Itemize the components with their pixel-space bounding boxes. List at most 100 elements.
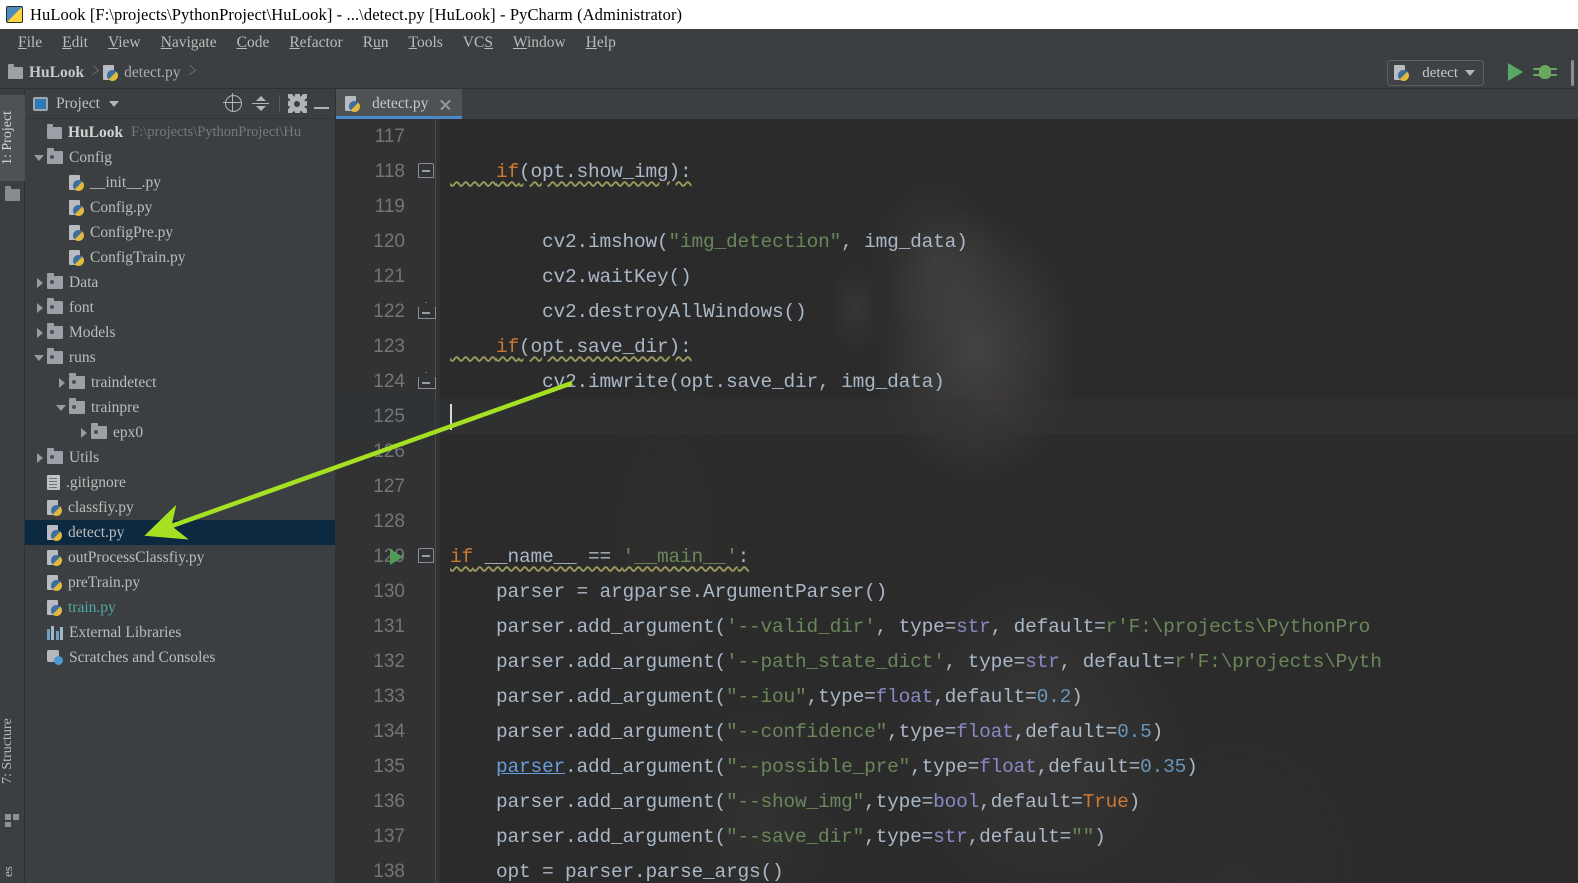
line-number: 131 bbox=[373, 615, 405, 637]
chevron-right-icon[interactable] bbox=[33, 451, 47, 465]
chevron-down-icon[interactable] bbox=[108, 100, 119, 107]
debug-icon[interactable] bbox=[1533, 62, 1557, 82]
tree-item-epx0[interactable]: epx0 bbox=[25, 420, 335, 445]
chevron-down-icon[interactable] bbox=[55, 401, 69, 415]
fold-collapse-icon[interactable] bbox=[418, 548, 434, 563]
locate-icon[interactable] bbox=[223, 93, 242, 112]
tree-item-traindetect[interactable]: traindetect bbox=[25, 370, 335, 395]
tree-item-detect-py[interactable]: detect.py bbox=[25, 520, 335, 545]
menu-edit[interactable]: Edit bbox=[52, 34, 98, 52]
tool-window-button-project[interactable]: 1: Project bbox=[0, 95, 25, 181]
tree-item-configtrain-py[interactable]: ConfigTrain.py bbox=[25, 245, 335, 270]
code-line[interactable]: 137 parser.add_argument("--save_dir",typ… bbox=[336, 819, 1578, 854]
fold-end-icon[interactable] bbox=[418, 372, 436, 389]
code-line[interactable]: 130 parser = argparse.ArgumentParser() bbox=[336, 574, 1578, 609]
tree-item-models[interactable]: Models bbox=[25, 320, 335, 345]
run-line-icon[interactable] bbox=[390, 549, 403, 565]
toolbar-edge-button[interactable] bbox=[1571, 60, 1574, 86]
code-line[interactable]: 126 bbox=[336, 434, 1578, 469]
code-line[interactable]: 127 bbox=[336, 469, 1578, 504]
menu-help[interactable]: Help bbox=[576, 34, 626, 52]
menu-code[interactable]: Code bbox=[227, 34, 280, 52]
code-line[interactable]: 131 parser.add_argument('--valid_dir', t… bbox=[336, 609, 1578, 644]
code-line[interactable]: 123 if(opt.save_dir): bbox=[336, 329, 1578, 364]
code-area[interactable]: 117 118 if(opt.show_img): 119 120 cv2.imsho… bbox=[336, 119, 1578, 883]
tree-item-config-py[interactable]: Config.py bbox=[25, 195, 335, 220]
tree-item-label: epx0 bbox=[113, 423, 144, 441]
tree-item-trainpre[interactable]: trainpre bbox=[25, 395, 335, 420]
menu-navigate[interactable]: Navigate bbox=[151, 34, 227, 52]
chevron-down-icon[interactable] bbox=[33, 351, 47, 365]
fold-collapse-icon[interactable] bbox=[418, 163, 434, 178]
chevron-right-icon[interactable] bbox=[77, 426, 91, 440]
gutter-marker bbox=[412, 644, 440, 679]
menu-view[interactable]: View bbox=[98, 34, 151, 52]
chevron-right-icon[interactable] bbox=[55, 376, 69, 390]
breadcrumb: HuLook detect.py bbox=[0, 57, 1578, 89]
chevron-down-icon[interactable] bbox=[33, 151, 47, 165]
tree-item-config[interactable]: Config bbox=[25, 145, 335, 170]
code-line[interactable]: 122 cv2.destroyAllWindows() bbox=[336, 294, 1578, 329]
tree-item-pretrain-py[interactable]: preTrain.py bbox=[25, 570, 335, 595]
tree-item-data[interactable]: Data bbox=[25, 270, 335, 295]
chevron-right-icon[interactable] bbox=[33, 276, 47, 290]
run-icon[interactable] bbox=[1508, 63, 1523, 81]
code-line[interactable]: 135 parser.add_argument("--possible_pre"… bbox=[336, 749, 1578, 784]
minimize-icon[interactable] bbox=[314, 106, 329, 109]
tree-item-train-py[interactable]: train.py bbox=[25, 595, 335, 620]
tree-item-classfiy-py[interactable]: classfiy.py bbox=[25, 495, 335, 520]
menu-refactor[interactable]: Refactor bbox=[279, 34, 352, 52]
tool-window-button-structure[interactable]: 7: Structure bbox=[0, 699, 25, 803]
menu-file[interactable]: File bbox=[8, 34, 52, 52]
tree-item-runs[interactable]: runs bbox=[25, 345, 335, 370]
tree-item-outprocessclassfiy-py[interactable]: outProcessClassfiy.py bbox=[25, 545, 335, 570]
tree-item-configpre-py[interactable]: ConfigPre.py bbox=[25, 220, 335, 245]
code-line[interactable]: 129 if __name__ == '__main__': bbox=[336, 539, 1578, 574]
line-number: 126 bbox=[373, 440, 405, 462]
chevron-right-icon[interactable] bbox=[33, 301, 47, 315]
tree-item--gitignore[interactable]: .gitignore bbox=[25, 470, 335, 495]
breadcrumb-item-project[interactable]: HuLook bbox=[8, 62, 84, 84]
fold-end-icon[interactable] bbox=[418, 302, 436, 319]
menu-window[interactable]: Window bbox=[503, 34, 576, 52]
editor-tab-detect[interactable]: detect.py bbox=[336, 89, 463, 119]
title-bar: HuLook [F:\projects\PythonProject\HuLook… bbox=[0, 0, 1578, 29]
structure-icon[interactable] bbox=[5, 814, 19, 827]
menu-run[interactable]: Run bbox=[353, 34, 399, 52]
code-line[interactable]: 120 cv2.imshow("img_detection", img_data… bbox=[336, 224, 1578, 259]
run-configuration-selector[interactable]: detect bbox=[1387, 60, 1484, 86]
code-line[interactable]: 133 parser.add_argument("--iou",type=flo… bbox=[336, 679, 1578, 714]
code-text: parser.add_argument("--confidence",type=… bbox=[450, 720, 1164, 743]
folder-icon[interactable] bbox=[5, 186, 20, 201]
tree-item-label: font bbox=[69, 298, 94, 316]
gear-icon[interactable] bbox=[290, 96, 304, 111]
tool-window-button-favorites[interactable]: es bbox=[0, 855, 25, 883]
code-line[interactable]: 119 bbox=[336, 189, 1578, 224]
code-line[interactable]: 124 cv2.imwrite(opt.save_dir, img_data) bbox=[336, 364, 1578, 399]
tree-item-utils[interactable]: Utils bbox=[25, 445, 335, 470]
code-line[interactable]: 118 if(opt.show_img): bbox=[336, 154, 1578, 189]
chevron-right-icon[interactable] bbox=[33, 326, 47, 340]
tree-item-font[interactable]: font bbox=[25, 295, 335, 320]
code-line[interactable]: 117 bbox=[336, 119, 1578, 154]
menu-vcs[interactable]: VCS bbox=[453, 34, 503, 52]
close-icon[interactable] bbox=[439, 98, 452, 111]
code-line[interactable]: 138 opt = parser.parse_args() bbox=[336, 854, 1578, 883]
tree-item--init-py[interactable]: __init__.py bbox=[25, 170, 335, 195]
code-line[interactable]: 121 cv2.waitKey() bbox=[336, 259, 1578, 294]
code-line[interactable]: 128 bbox=[336, 504, 1578, 539]
tree-item-scratches-and-consoles[interactable]: Scratches and Consoles bbox=[25, 645, 335, 670]
code-line[interactable]: 134 parser.add_argument("--confidence",t… bbox=[336, 714, 1578, 749]
code-line[interactable]: 125 bbox=[336, 399, 1578, 434]
code-line[interactable]: 132 parser.add_argument('--path_state_di… bbox=[336, 644, 1578, 679]
project-tree[interactable]: HuLook F:\projects\PythonProject\Hu Config… bbox=[25, 120, 335, 883]
code-lines[interactable]: 117 118 if(opt.show_img): 119 120 cv2.imsho… bbox=[336, 119, 1578, 883]
breadcrumb-item-file[interactable]: detect.py bbox=[103, 62, 181, 84]
menu-tools[interactable]: Tools bbox=[399, 34, 453, 52]
tree-item-hulook[interactable]: HuLook F:\projects\PythonProject\Hu bbox=[25, 120, 335, 145]
line-number: 117 bbox=[374, 125, 405, 147]
code-line[interactable]: 136 parser.add_argument("--show_img",typ… bbox=[336, 784, 1578, 819]
tree-item-external-libraries[interactable]: External Libraries bbox=[25, 620, 335, 645]
collapse-all-icon[interactable] bbox=[252, 95, 269, 112]
